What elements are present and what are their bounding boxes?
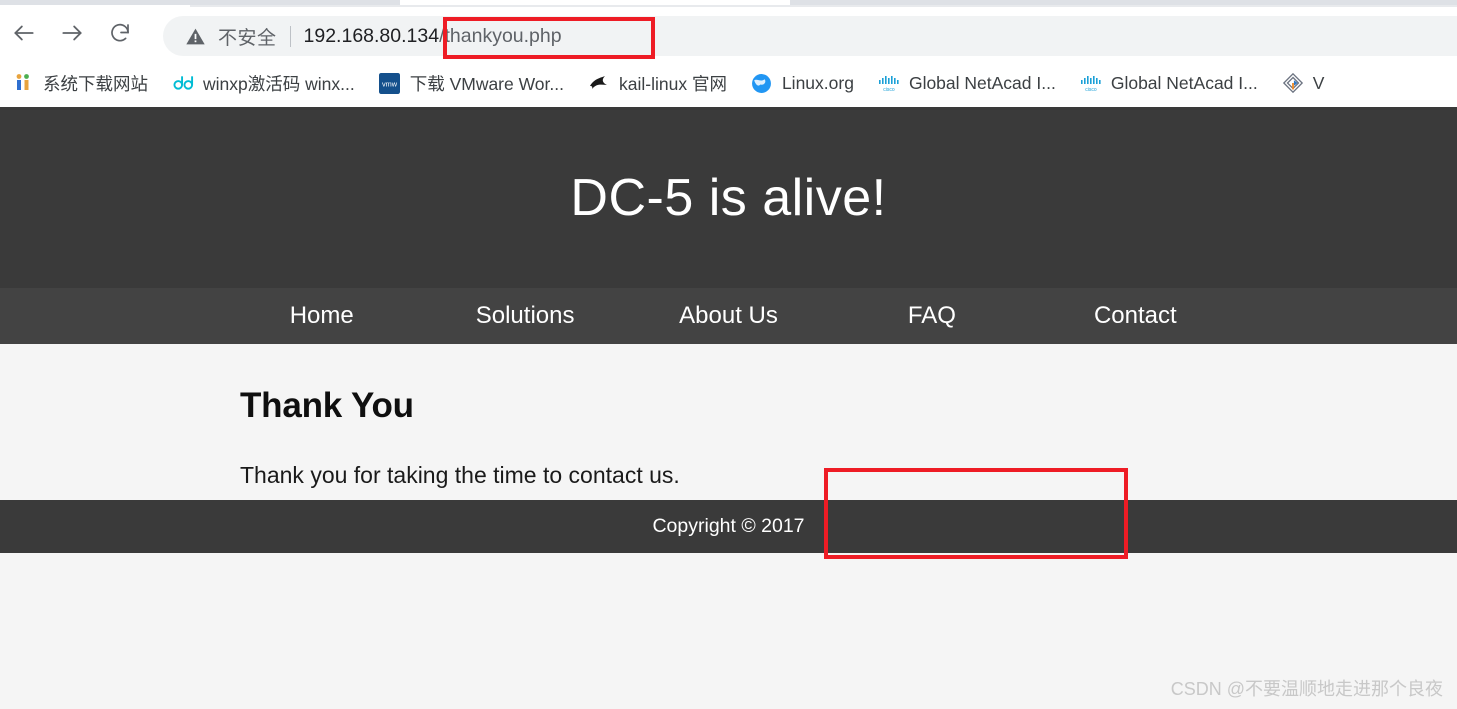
bookmark-label: Global NetAcad I...: [1110, 72, 1258, 93]
nav-item-contact[interactable]: Contact: [1034, 302, 1237, 330]
bookmark-item-kali-linux[interactable]: kail-linux 官网: [588, 71, 727, 96]
bookmark-label: Global NetAcad I...: [908, 72, 1056, 93]
bookmark-label: 下载 VMware Wor...: [409, 73, 564, 94]
bookmark-favicon-system-download-icon: [12, 72, 34, 94]
browser-toolbar: 不安全 192.168.80.134/thankyou.php: [0, 7, 1457, 59]
arrow-right-icon: [59, 20, 85, 46]
bookmark-favicon-cisco-icon: cisco: [878, 72, 900, 94]
bookmark-item-overflow[interactable]: V: [1282, 72, 1325, 94]
bookmark-label: winxp激活码 winx...: [203, 73, 355, 94]
omnibox-divider: [289, 25, 291, 47]
url-path-text: /thankyou.php: [439, 24, 562, 47]
bookmark-label: V: [1312, 72, 1325, 93]
bookmark-item-vmware[interactable]: vmw 下载 VMware Wor...: [379, 71, 564, 96]
address-bar[interactable]: 不安全 192.168.80.134/thankyou.php: [163, 16, 1457, 56]
forward-button[interactable]: [48, 9, 96, 57]
bookmark-item-winxp[interactable]: winxp激活码 winx...: [172, 71, 355, 96]
not-secure-warning-icon[interactable]: [185, 26, 206, 47]
page-body-text: Thank you for taking the time to contact…: [240, 462, 680, 488]
site-title: DC-5 is alive!: [570, 168, 887, 227]
nav-item-faq[interactable]: FAQ: [830, 302, 1033, 330]
web-page-viewport: DC-5 is alive! Home Solutions About Us F…: [0, 107, 1457, 709]
bookmark-item-netacad-1[interactable]: cisco Global NetAcad I...: [878, 72, 1056, 94]
bookmark-favicon-vmware-icon: vmw: [379, 72, 401, 94]
reload-button[interactable]: [96, 9, 144, 57]
security-status-text: 不安全: [218, 27, 277, 49]
nav-item-home[interactable]: Home: [220, 302, 423, 330]
main-content: Thank You Thank you for taking the time …: [0, 344, 1457, 489]
bookmark-favicon-diamond-icon: [1282, 72, 1304, 94]
bookmark-label: 系统下载网站: [43, 73, 148, 94]
bookmark-item-netacad-2[interactable]: cisco Global NetAcad I...: [1080, 72, 1258, 94]
bookmark-label: Linux.org: [781, 72, 854, 93]
copyright-text: Copyright © 2017: [652, 515, 805, 537]
bookmark-label: kail-linux 官网: [619, 73, 727, 94]
nav-item-solutions[interactable]: Solutions: [423, 302, 626, 330]
bookmark-favicon-kali-dragon-icon: [588, 72, 610, 94]
bookmarks-bar: 系统下载网站 winxp激活码 winx... vmw 下载 VMware Wo…: [0, 59, 1457, 107]
browser-window: 不安全 192.168.80.134/thankyou.php 系统下载网站 w…: [0, 0, 1457, 709]
page-heading: Thank You: [240, 386, 414, 425]
bookmark-item-system-download[interactable]: 系统下载网站: [12, 71, 148, 96]
reload-icon: [108, 21, 132, 45]
nav-item-about-us[interactable]: About Us: [627, 302, 830, 330]
bookmark-favicon-globe-icon: [751, 72, 773, 94]
site-header: DC-5 is alive!: [0, 107, 1457, 288]
svg-text:cisco: cisco: [883, 87, 895, 92]
bookmark-item-linux-org[interactable]: Linux.org: [751, 72, 854, 94]
arrow-left-icon: [11, 20, 37, 46]
svg-text:cisco: cisco: [1085, 87, 1097, 92]
site-navigation: Home Solutions About Us FAQ Contact: [0, 288, 1457, 344]
bookmark-favicon-dd-icon: [172, 72, 194, 94]
site-footer: Copyright © 2017: [0, 500, 1457, 553]
url-host-text: 192.168.80.134: [303, 24, 440, 47]
back-button[interactable]: [0, 9, 48, 57]
bookmark-favicon-cisco-icon: cisco: [1080, 72, 1102, 94]
svg-text:vmw: vmw: [382, 79, 398, 88]
csdn-watermark: CSDN @不要温顺地走进那个良夜: [1170, 679, 1443, 699]
